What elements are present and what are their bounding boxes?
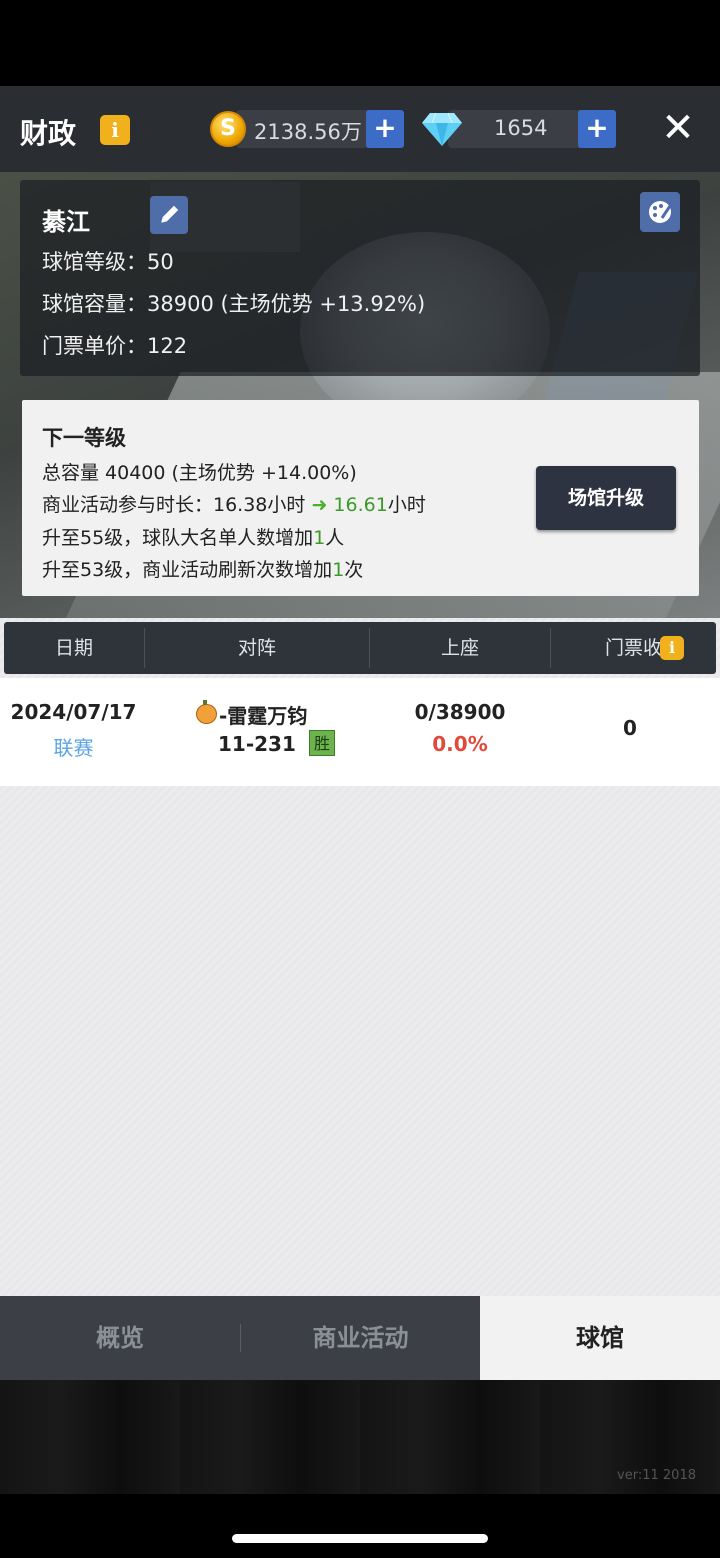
next-level-card: 下一等级 总容量 40400 (主场优势 +14.00%) 商业活动参与时长：1… <box>22 400 699 596</box>
bottom-tab-bar: 概览 商业活动 球馆 <box>0 1296 720 1380</box>
coin-icon: S <box>210 111 246 147</box>
header-date: 日期 <box>54 637 93 659</box>
close-button[interactable]: ✕ <box>660 108 696 148</box>
home-indicator[interactable] <box>232 1534 488 1543</box>
opponent-name: -雷霆万钧 <box>219 704 308 728</box>
ticket-price: 门票单价：122 <box>42 334 188 358</box>
gem-value: 1654 <box>494 116 548 140</box>
pencil-icon <box>161 205 179 223</box>
add-coins-button[interactable]: + <box>366 110 404 148</box>
palette-button[interactable] <box>640 192 680 232</box>
next-level-title: 下一等级 <box>42 426 126 450</box>
coin-value: 2138.56万 <box>254 120 362 144</box>
tab-business[interactable]: 商业活动 <box>241 1296 480 1380</box>
stadium-capacity: 球馆容量：38900 (主场优势 +13.92%) <box>42 292 426 316</box>
arrow-right-icon: ➜ <box>311 494 328 516</box>
match-score: 11-231 <box>218 732 296 756</box>
table-row[interactable]: 2024/07/17 联赛 -雷霆万钧 11-231 胜 0/38900 0.0… <box>0 678 720 786</box>
edit-name-button[interactable] <box>150 196 188 234</box>
next-duration: 商业活动参与时长：16.38小时 ➜ 16.61小时 <box>42 494 426 516</box>
attendance-count: 0/38900 <box>414 700 506 724</box>
match-table: 日期 对阵 上座 门票收入 i 2024/07/17 联赛 -雷霆万钧 11-2… <box>0 618 720 1296</box>
add-gems-button[interactable]: + <box>578 110 616 148</box>
stadium-name: 綦江 <box>42 208 90 236</box>
stadium-level: 球馆等级：50 <box>42 250 174 274</box>
header-matchup: 对阵 <box>237 637 276 659</box>
diamond-icon <box>422 112 462 146</box>
attendance-percent: 0.0% <box>432 732 488 756</box>
next-roster-bonus: 升至55级，球队大名单人数增加1人 <box>42 527 345 549</box>
upgrade-stadium-button[interactable]: 场馆升级 <box>536 466 676 530</box>
next-refresh-bonus: 升至53级，商业活动刷新次数增加1次 <box>42 559 364 581</box>
gem-balance: 1654 + <box>448 110 616 148</box>
team-logo-icon <box>196 700 217 724</box>
match-date: 2024/07/17 <box>10 700 137 724</box>
coin-balance: 2138.56万 + <box>236 110 404 148</box>
tab-overview[interactable]: 概览 <box>0 1296 240 1380</box>
header-attendance: 上座 <box>440 637 479 659</box>
ticket-revenue: 0 <box>623 716 637 740</box>
palette-icon <box>649 201 672 223</box>
next-capacity: 总容量 40400 (主场优势 +14.00%) <box>42 462 357 484</box>
win-badge: 胜 <box>309 730 335 756</box>
match-type: 联赛 <box>53 736 94 760</box>
stadium-info-card: 綦江 球馆等级：50 球馆容量：38900 (主场优势 +13.92%) 门票单… <box>20 180 700 376</box>
info-icon[interactable]: i <box>660 636 684 660</box>
info-icon[interactable]: i <box>100 115 130 145</box>
top-bar: 财政 i 2138.56万 + 1654 + <box>0 86 720 172</box>
page-title: 财政 <box>20 117 77 150</box>
table-header: 日期 对阵 上座 门票收入 i <box>4 622 716 674</box>
footer: ver:11 2018 <box>0 1380 720 1494</box>
version-label: ver:11 2018 <box>617 1468 696 1483</box>
tab-stadium[interactable]: 球馆 <box>480 1296 720 1380</box>
